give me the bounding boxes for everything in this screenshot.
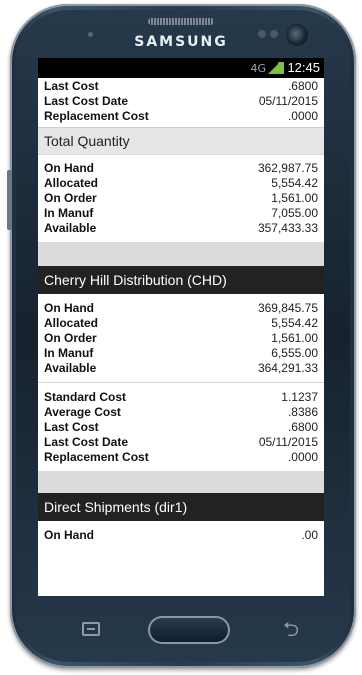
list-item: Last Cost Date 05/11/2015 bbox=[38, 435, 324, 450]
row-label: Standard Cost bbox=[44, 390, 127, 404]
row-label: On Order bbox=[44, 331, 97, 345]
menu-button[interactable] bbox=[82, 622, 100, 636]
list-item: Replacement Cost .0000 bbox=[38, 450, 324, 465]
row-label: Average Cost bbox=[44, 405, 121, 419]
battery-icon bbox=[278, 62, 284, 74]
row-label: Allocated bbox=[44, 316, 99, 330]
row-value: 357,433.33 bbox=[257, 221, 318, 235]
status-time: 12:45 bbox=[287, 60, 320, 75]
list-item: Last Cost .6800 bbox=[38, 79, 324, 94]
list-item: On Order 1,561.00 bbox=[38, 331, 324, 346]
list-item: On Hand 369,845.75 bbox=[38, 301, 324, 316]
network-icon: 4G bbox=[250, 62, 266, 75]
row-value: .8386 bbox=[287, 405, 318, 419]
section-header-chd[interactable]: Cherry Hill Distribution (CHD) bbox=[38, 266, 324, 294]
list-item: Standard Cost 1.1237 bbox=[38, 390, 324, 405]
section-gap bbox=[38, 242, 324, 266]
row-value: 5,554.42 bbox=[271, 316, 318, 330]
list-item: On Hand .00 bbox=[38, 528, 324, 543]
front-camera bbox=[286, 24, 308, 46]
row-label: Last Cost Date bbox=[44, 94, 129, 108]
section-header-total-quantity[interactable]: Total Quantity bbox=[38, 127, 324, 155]
back-icon[interactable]: ⮌ bbox=[278, 618, 304, 640]
inventory-content[interactable]: Last Cost .6800 Last Cost Date 05/11/201… bbox=[38, 78, 324, 543]
dir1-group: On Hand .00 bbox=[38, 521, 324, 543]
row-label: In Manuf bbox=[44, 206, 94, 220]
signal-icon bbox=[268, 64, 278, 74]
status-bar: 4G 12:45 bbox=[38, 58, 324, 78]
row-label: Available bbox=[44, 221, 97, 235]
screen: 4G 12:45 Last Cost .6800 Last Cost Date … bbox=[38, 58, 324, 596]
list-item: Average Cost .8386 bbox=[38, 405, 324, 420]
list-item: On Hand 362,987.75 bbox=[38, 161, 324, 176]
list-item: Last Cost Date 05/11/2015 bbox=[38, 94, 324, 109]
top-cost-group: Last Cost .6800 Last Cost Date 05/11/201… bbox=[38, 78, 324, 127]
row-label: Last Cost bbox=[44, 79, 99, 93]
volume-button bbox=[7, 170, 12, 230]
row-value: .0000 bbox=[287, 450, 318, 464]
row-value: 05/11/2015 bbox=[258, 94, 318, 108]
row-value: 1,561.00 bbox=[271, 191, 318, 205]
row-label: Available bbox=[44, 361, 97, 375]
list-item: Replacement Cost .0000 bbox=[38, 109, 324, 124]
total-quantity-group: On Hand 362,987.75 Allocated 5,554.42 On… bbox=[38, 155, 324, 242]
row-label: On Hand bbox=[44, 161, 94, 175]
row-value: .6800 bbox=[287, 79, 318, 93]
row-value: .6800 bbox=[287, 420, 318, 434]
row-value: 364,291.33 bbox=[257, 361, 318, 375]
row-label: Last Cost bbox=[44, 420, 99, 434]
row-value: 5,554.42 bbox=[271, 176, 318, 190]
proximity-sensor bbox=[258, 30, 266, 38]
list-item: In Manuf 7,055.00 bbox=[38, 206, 324, 221]
row-label: Replacement Cost bbox=[44, 109, 149, 123]
row-label: On Order bbox=[44, 191, 97, 205]
row-label: Replacement Cost bbox=[44, 450, 149, 464]
chd-quantity-group: On Hand 369,845.75 Allocated 5,554.42 On… bbox=[38, 294, 324, 382]
chd-cost-group: Standard Cost 1.1237 Average Cost .8386 … bbox=[38, 383, 324, 471]
row-value: 1.1237 bbox=[281, 390, 318, 404]
row-label: Last Cost Date bbox=[44, 435, 129, 449]
row-value: 6,555.00 bbox=[271, 346, 318, 360]
home-button[interactable] bbox=[148, 616, 230, 644]
list-item: Allocated 5,554.42 bbox=[38, 176, 324, 191]
earpiece-speaker bbox=[148, 18, 214, 25]
row-value: .00 bbox=[301, 528, 318, 542]
row-label: On Hand bbox=[44, 528, 94, 542]
list-item: Allocated 5,554.42 bbox=[38, 316, 324, 331]
row-value: 1,561.00 bbox=[271, 331, 318, 345]
row-value: .0000 bbox=[287, 109, 318, 123]
list-item: On Order 1,561.00 bbox=[38, 191, 324, 206]
row-value: 362,987.75 bbox=[257, 161, 318, 175]
list-item: Available 357,433.33 bbox=[38, 221, 324, 236]
row-value: 05/11/2015 bbox=[258, 435, 318, 449]
row-label: Allocated bbox=[44, 176, 99, 190]
row-label: In Manuf bbox=[44, 346, 94, 360]
section-gap bbox=[38, 471, 324, 493]
light-sensor bbox=[270, 30, 278, 38]
row-label: On Hand bbox=[44, 301, 94, 315]
list-item: Last Cost .6800 bbox=[38, 420, 324, 435]
row-value: 7,055.00 bbox=[271, 206, 318, 220]
section-header-dir1[interactable]: Direct Shipments (dir1) bbox=[38, 493, 324, 521]
list-item: Available 364,291.33 bbox=[38, 361, 324, 376]
list-item: In Manuf 6,555.00 bbox=[38, 346, 324, 361]
row-value: 369,845.75 bbox=[257, 301, 318, 315]
